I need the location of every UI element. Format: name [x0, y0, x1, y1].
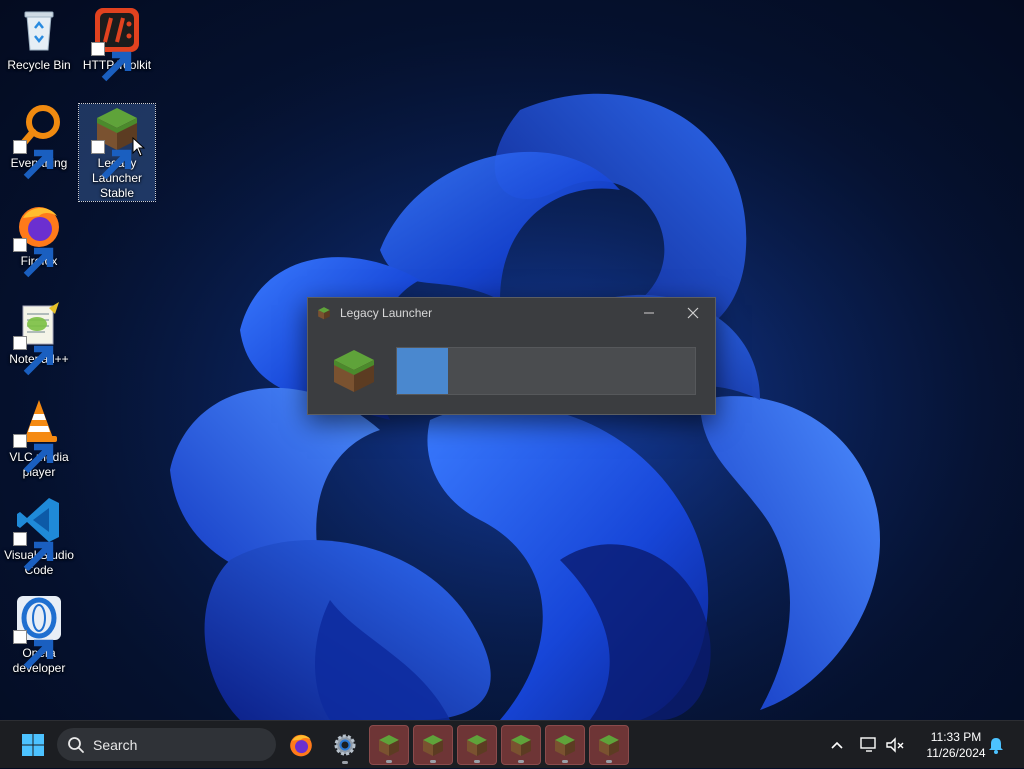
mouse-cursor-icon	[132, 136, 146, 157]
running-indicator	[606, 760, 612, 763]
loading-progress-bar	[396, 347, 696, 395]
minecraft-grass-block-icon	[379, 735, 399, 756]
desktop-icon-opera-developer[interactable]: Opera developer	[1, 594, 77, 676]
chevron-up-icon	[831, 741, 843, 749]
vlc-cone-icon	[13, 398, 63, 474]
http-toolkit-icon	[91, 6, 141, 82]
minecraft-grass-block-icon	[318, 307, 330, 320]
taskbar: Search 11:33 PM 11/26/2024	[0, 720, 1024, 768]
shortcut-arrow-icon	[13, 532, 54, 572]
desktop-icon-everything[interactable]: Everything	[1, 104, 77, 180]
minimize-button[interactable]	[627, 298, 671, 328]
shortcut-arrow-icon	[13, 238, 54, 278]
settings-gear-icon	[334, 734, 356, 756]
desktop-icon-notepad-plus-plus[interactable]: Notepad++	[1, 300, 77, 376]
taskbar-app-legacy-launcher-2[interactable]	[413, 725, 453, 765]
shortcut-arrow-icon	[13, 336, 54, 376]
taskbar-app-legacy-launcher-3[interactable]	[457, 725, 497, 765]
desktop-icon-http-toolkit[interactable]: HTTP Toolkit	[79, 6, 155, 82]
launcher-body	[308, 328, 715, 414]
running-indicator	[474, 760, 480, 763]
recycle-bin-icon	[15, 6, 63, 54]
taskbar-app-legacy-launcher-6[interactable]	[589, 725, 629, 765]
notepad-plus-plus-icon	[13, 300, 63, 376]
search-icon	[68, 736, 84, 753]
network-status-button[interactable]	[858, 721, 880, 769]
network-disconnected-icon	[860, 737, 876, 752]
desktop-icon-recycle-bin[interactable]: Recycle Bin	[1, 6, 77, 73]
shortcut-arrow-icon	[13, 630, 54, 670]
desktop-icon-vlc[interactable]: VLC media player	[1, 398, 77, 480]
firefox-icon	[13, 202, 63, 278]
minecraft-grass-block-icon	[334, 350, 374, 392]
shortcut-arrow-icon	[13, 140, 54, 180]
taskbar-app-legacy-launcher-1[interactable]	[369, 725, 409, 765]
progress-fill	[397, 348, 448, 394]
taskbar-search-box[interactable]: Search	[57, 728, 276, 761]
running-indicator	[430, 760, 436, 763]
volume-button[interactable]	[884, 721, 906, 769]
desktop-icon-firefox[interactable]: Firefox	[1, 202, 77, 278]
taskbar-app-firefox[interactable]	[281, 725, 321, 765]
windows-logo-icon	[22, 734, 44, 756]
speaker-muted-icon	[886, 737, 904, 753]
close-button[interactable]	[671, 298, 715, 328]
shortcut-arrow-icon	[91, 42, 132, 82]
opera-developer-icon	[13, 594, 63, 670]
desktop-icon-vscode[interactable]: Visual Studio Code	[1, 496, 77, 578]
everything-search-icon	[13, 104, 63, 180]
start-button[interactable]	[14, 725, 52, 765]
shortcut-arrow-icon	[13, 434, 54, 474]
bell-icon	[989, 738, 1003, 754]
running-indicator	[518, 760, 524, 763]
minecraft-grass-block-icon	[467, 735, 487, 756]
minimize-icon	[644, 312, 654, 314]
notifications-button[interactable]	[986, 721, 1006, 769]
vscode-icon	[13, 496, 63, 572]
window-titlebar[interactable]: Legacy Launcher	[308, 298, 715, 328]
running-indicator	[342, 761, 348, 764]
running-indicator	[386, 760, 392, 763]
minecraft-grass-block-icon	[423, 735, 443, 756]
window-title: Legacy Launcher	[340, 306, 433, 320]
shortcut-arrow-icon	[91, 140, 132, 180]
firefox-icon	[290, 734, 312, 757]
close-icon	[687, 307, 699, 319]
minecraft-grass-block-icon	[511, 735, 531, 756]
taskbar-app-settings[interactable]	[325, 725, 365, 765]
desktop-icon-label: Recycle Bin	[7, 58, 71, 72]
running-indicator	[562, 760, 568, 763]
legacy-launcher-window[interactable]: Legacy Launcher	[307, 297, 716, 415]
taskbar-app-legacy-launcher-5[interactable]	[545, 725, 585, 765]
show-hidden-icons-button[interactable]	[826, 721, 848, 769]
taskbar-app-legacy-launcher-4[interactable]	[501, 725, 541, 765]
minecraft-grass-block-icon	[555, 735, 575, 756]
search-label: Search	[93, 736, 138, 753]
minecraft-grass-block-icon	[599, 735, 619, 756]
